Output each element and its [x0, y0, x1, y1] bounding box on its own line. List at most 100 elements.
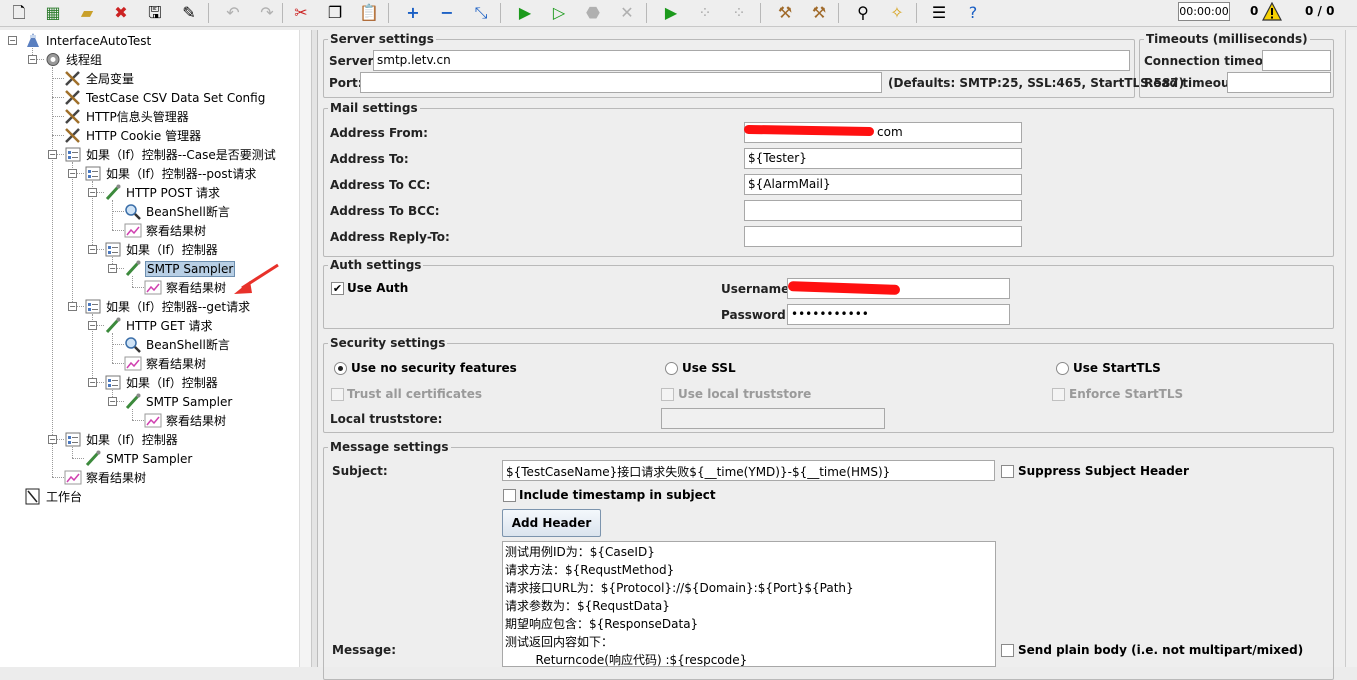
expand-toggle[interactable]: −: [108, 397, 117, 406]
subject-field[interactable]: ${TestCaseName}接口请求失败${__time(YMD)}-${__…: [502, 460, 995, 481]
expand-toggle[interactable]: −: [48, 150, 57, 159]
use-auth-checkbox[interactable]: ✔: [331, 282, 344, 295]
local-truststore-checkbox[interactable]: [661, 388, 674, 401]
address-bcc-field[interactable]: [744, 200, 1022, 221]
assert-icon: [124, 336, 142, 353]
password-field[interactable]: •••••••••••: [787, 304, 1010, 325]
listener-icon: [144, 412, 162, 429]
remote-start-icon[interactable]: ▶: [658, 1, 684, 25]
enforce-starttls-checkbox[interactable]: [1052, 388, 1065, 401]
server-field[interactable]: smtp.letv.cn: [373, 50, 1130, 71]
tree-node[interactable]: BeanShell断言: [124, 202, 231, 221]
tree-node[interactable]: HTTP POST 请求: [104, 183, 221, 202]
new-icon[interactable]: 🗋: [6, 1, 32, 25]
sampler-icon: [104, 317, 122, 334]
function-helper-icon[interactable]: ☰: [926, 1, 952, 25]
clear-icon[interactable]: ⚒: [772, 1, 798, 25]
remote-stop-icon[interactable]: ⁘: [692, 1, 718, 25]
stop-icon[interactable]: ⬣: [580, 1, 606, 25]
port-field[interactable]: [360, 72, 882, 93]
save-as-icon[interactable]: ✎: [176, 1, 202, 25]
expand-toggle[interactable]: −: [8, 36, 17, 45]
tree-node[interactable]: HTTP Cookie 管理器: [64, 126, 202, 145]
reset-search-icon[interactable]: ✧: [884, 1, 910, 25]
tree-node[interactable]: HTTP GET 请求: [104, 316, 214, 335]
close-icon[interactable]: ✖: [108, 1, 134, 25]
address-to-field[interactable]: ${Tester}: [744, 148, 1022, 169]
tree-node[interactable]: 察看结果树: [64, 468, 147, 487]
save-icon[interactable]: 🖫: [142, 1, 168, 25]
copy-icon[interactable]: ❐: [322, 1, 348, 25]
expand-toggle[interactable]: −: [108, 264, 117, 273]
use-starttls-radio[interactable]: [1056, 362, 1069, 375]
tree-node-label: 如果（If）控制器--post请求: [106, 167, 257, 181]
use-ssl-radio[interactable]: [665, 362, 678, 375]
tree-node-label: SMTP Sampler: [146, 394, 233, 409]
expand-toggle[interactable]: −: [88, 378, 97, 387]
clear-all-icon[interactable]: ⚒: [806, 1, 832, 25]
expand-toggle[interactable]: −: [28, 55, 37, 64]
paste-icon[interactable]: 📋: [356, 1, 382, 25]
tree-node-selected[interactable]: SMTP Sampler: [124, 259, 236, 278]
start-no-pause-icon[interactable]: ▷: [546, 1, 572, 25]
tree-node[interactable]: TestCase CSV Data Set Config: [64, 88, 266, 107]
toggle-icon[interactable]: ⤡: [468, 1, 494, 25]
tree-node[interactable]: 如果（If）控制器: [104, 373, 219, 392]
panel-scrollbar[interactable]: [1345, 30, 1357, 667]
collapse-icon[interactable]: −: [434, 1, 460, 25]
expand-toggle[interactable]: −: [88, 188, 97, 197]
send-plain-body-checkbox[interactable]: [1001, 644, 1014, 657]
add-header-button[interactable]: Add Header: [502, 509, 601, 537]
templates-icon[interactable]: ▦: [40, 1, 66, 25]
cut-icon[interactable]: ✂: [288, 1, 314, 25]
tree-node[interactable]: 察看结果树: [144, 411, 227, 430]
redo-icon[interactable]: ↷: [254, 1, 280, 25]
tree-node[interactable]: InterfaceAutoTest: [24, 31, 152, 50]
local-truststore-path-field[interactable]: [661, 408, 885, 429]
search-icon[interactable]: ⚲: [850, 1, 876, 25]
no-security-radio[interactable]: [334, 362, 347, 375]
warning-icon: [1262, 2, 1282, 21]
expand-toggle[interactable]: −: [68, 169, 77, 178]
tree-node[interactable]: 察看结果树: [144, 278, 227, 297]
tree-node[interactable]: 如果（If）控制器--get请求: [84, 297, 251, 316]
expand-toggle[interactable]: −: [88, 321, 97, 330]
listener-icon: [124, 222, 142, 239]
test-plan-tree[interactable]: − InterfaceAutoTest − 线程组 全局变量 TestCase CSV D…: [0, 30, 312, 667]
tree-node[interactable]: 察看结果树: [124, 221, 207, 240]
expand-toggle[interactable]: −: [68, 302, 77, 311]
connection-timeout-field[interactable]: [1262, 50, 1331, 71]
expand-toggle[interactable]: −: [88, 245, 97, 254]
tree-node[interactable]: HTTP信息头管理器: [64, 107, 190, 126]
tree-node[interactable]: BeanShell断言: [124, 335, 231, 354]
tree-node[interactable]: 如果（If）控制器: [64, 430, 179, 449]
tree-node[interactable]: 如果（If）控制器--post请求: [84, 164, 257, 183]
expand-icon[interactable]: +: [400, 1, 426, 25]
suppress-subject-checkbox[interactable]: [1001, 465, 1014, 478]
tree-node[interactable]: 工作台: [24, 487, 83, 506]
tree-node-label: SMTP Sampler: [145, 260, 236, 277]
tree-node[interactable]: 察看结果树: [124, 354, 207, 373]
open-icon[interactable]: ▰: [74, 1, 100, 25]
address-cc-label: Address To CC:: [330, 178, 431, 192]
include-timestamp-checkbox[interactable]: [503, 489, 516, 502]
tree-node[interactable]: SMTP Sampler: [84, 449, 193, 468]
remote-shutdown-icon[interactable]: ⁘: [726, 1, 752, 25]
tree-scrollbar[interactable]: [299, 30, 311, 667]
tree-node[interactable]: 全局变量: [64, 69, 135, 88]
tree-node[interactable]: 如果（If）控制器--Case是否要测试: [64, 145, 277, 164]
undo-icon[interactable]: ↶: [220, 1, 246, 25]
server-settings-legend: Server settings: [330, 32, 434, 46]
message-body-textarea[interactable]: 测试用例ID为：${CaseID} 请求方法：${RequstMethod} 请求接…: [502, 541, 996, 667]
read-timeout-field[interactable]: [1227, 72, 1331, 93]
address-reply-to-field[interactable]: [744, 226, 1022, 247]
tree-node[interactable]: 如果（If）控制器: [104, 240, 219, 259]
start-icon[interactable]: ▶: [512, 1, 538, 25]
expand-toggle[interactable]: −: [48, 435, 57, 444]
tree-node[interactable]: SMTP Sampler: [124, 392, 233, 411]
shutdown-icon[interactable]: ✕: [614, 1, 640, 25]
tree-node[interactable]: 线程组: [44, 50, 103, 69]
help-icon[interactable]: ?: [960, 1, 986, 25]
address-cc-field[interactable]: ${AlarmMail}: [744, 174, 1022, 195]
trust-all-checkbox[interactable]: [331, 388, 344, 401]
